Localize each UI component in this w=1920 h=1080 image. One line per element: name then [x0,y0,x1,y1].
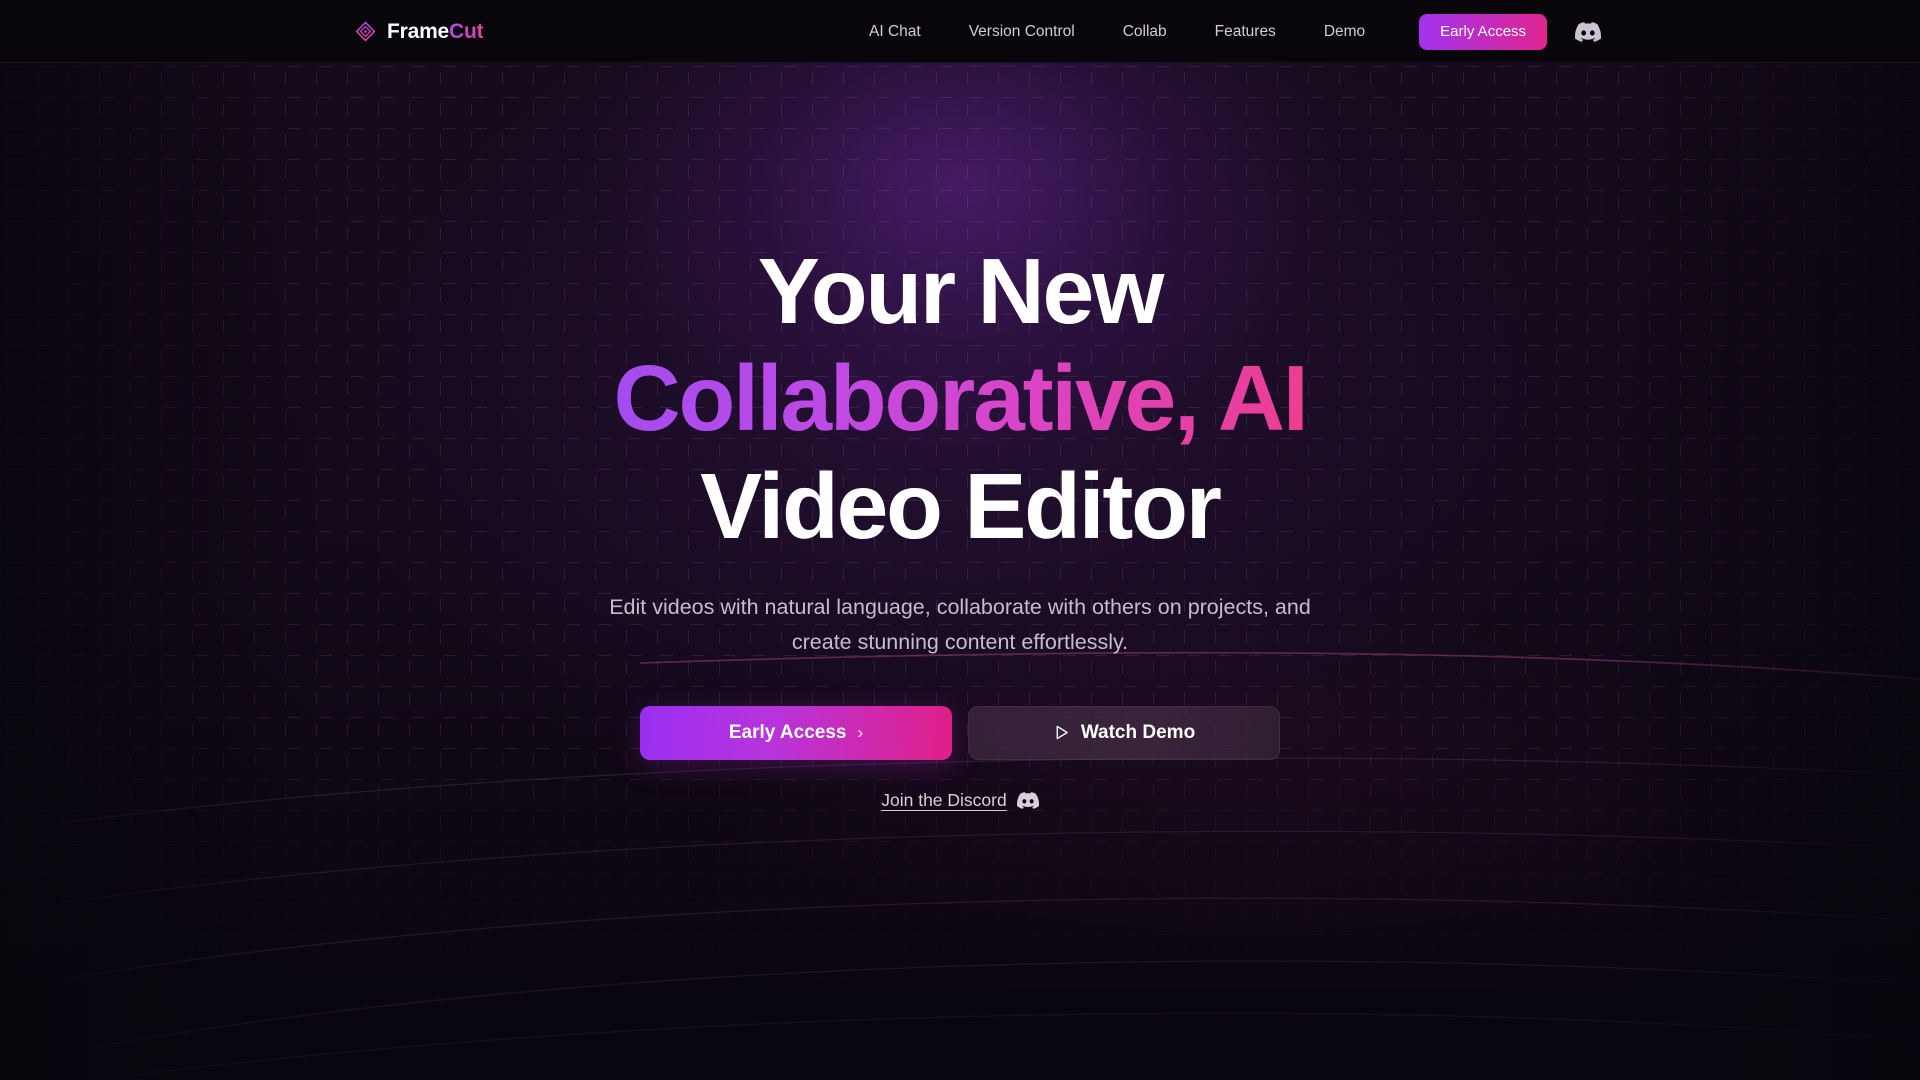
chevron-right-icon: › [857,723,864,743]
hero-discord-label: Join the Discord [881,789,1007,810]
hero-headline: Your New Collaborative, AI Video Editor [614,238,1309,560]
headline-line-3: Video Editor [700,453,1222,558]
brand-name-part2: Cut [449,20,484,43]
header-early-access-button[interactable]: Early Access [1419,13,1548,50]
nav-link-version-control[interactable]: Version Control [945,0,1099,63]
hero-cta-row: Early Access › Watch Demo [640,705,1280,760]
nav-link-features[interactable]: Features [1191,0,1300,63]
header-discord-link[interactable] [1575,19,1602,45]
hero-early-access-label: Early Access [728,721,847,743]
nav-link-ai-chat[interactable]: AI Chat [869,0,945,63]
hero-subheadline: Edit videos with natural language, colla… [580,590,1340,660]
play-icon [1056,726,1068,740]
diamond-logo-icon [355,21,376,42]
site-header: FrameCut AI Chat Version Control Collab … [0,0,1920,63]
headline-line-1: Your New [757,239,1165,343]
subheadline-line-1: Edit videos with natural language, colla… [609,595,1182,620]
hero-section: Your New Collaborative, AI Video Editor … [0,63,1920,1080]
hero-discord-link[interactable]: Join the Discord [881,789,1039,811]
main-navigation: AI Chat Version Control Collab Features … [869,0,1602,63]
headline-line-2: Collaborative, AI [614,345,1309,452]
header-inner: FrameCut AI Chat Version Control Collab … [0,0,1920,63]
discord-icon [1575,21,1602,42]
brand-logo[interactable]: FrameCut [355,0,484,63]
hero-watch-demo-button[interactable]: Watch Demo [968,705,1280,760]
brand-name: FrameCut [387,20,484,43]
nav-link-collab[interactable]: Collab [1099,0,1191,63]
nav-link-demo[interactable]: Demo [1300,0,1389,63]
brand-name-part1: Frame [387,20,450,43]
hero-content: Your New Collaborative, AI Video Editor … [0,63,1920,1080]
discord-icon [1016,792,1039,809]
landing-page: FrameCut AI Chat Version Control Collab … [0,0,1920,1080]
hero-watch-demo-label: Watch Demo [1080,721,1196,743]
hero-early-access-button[interactable]: Early Access › [640,705,952,760]
